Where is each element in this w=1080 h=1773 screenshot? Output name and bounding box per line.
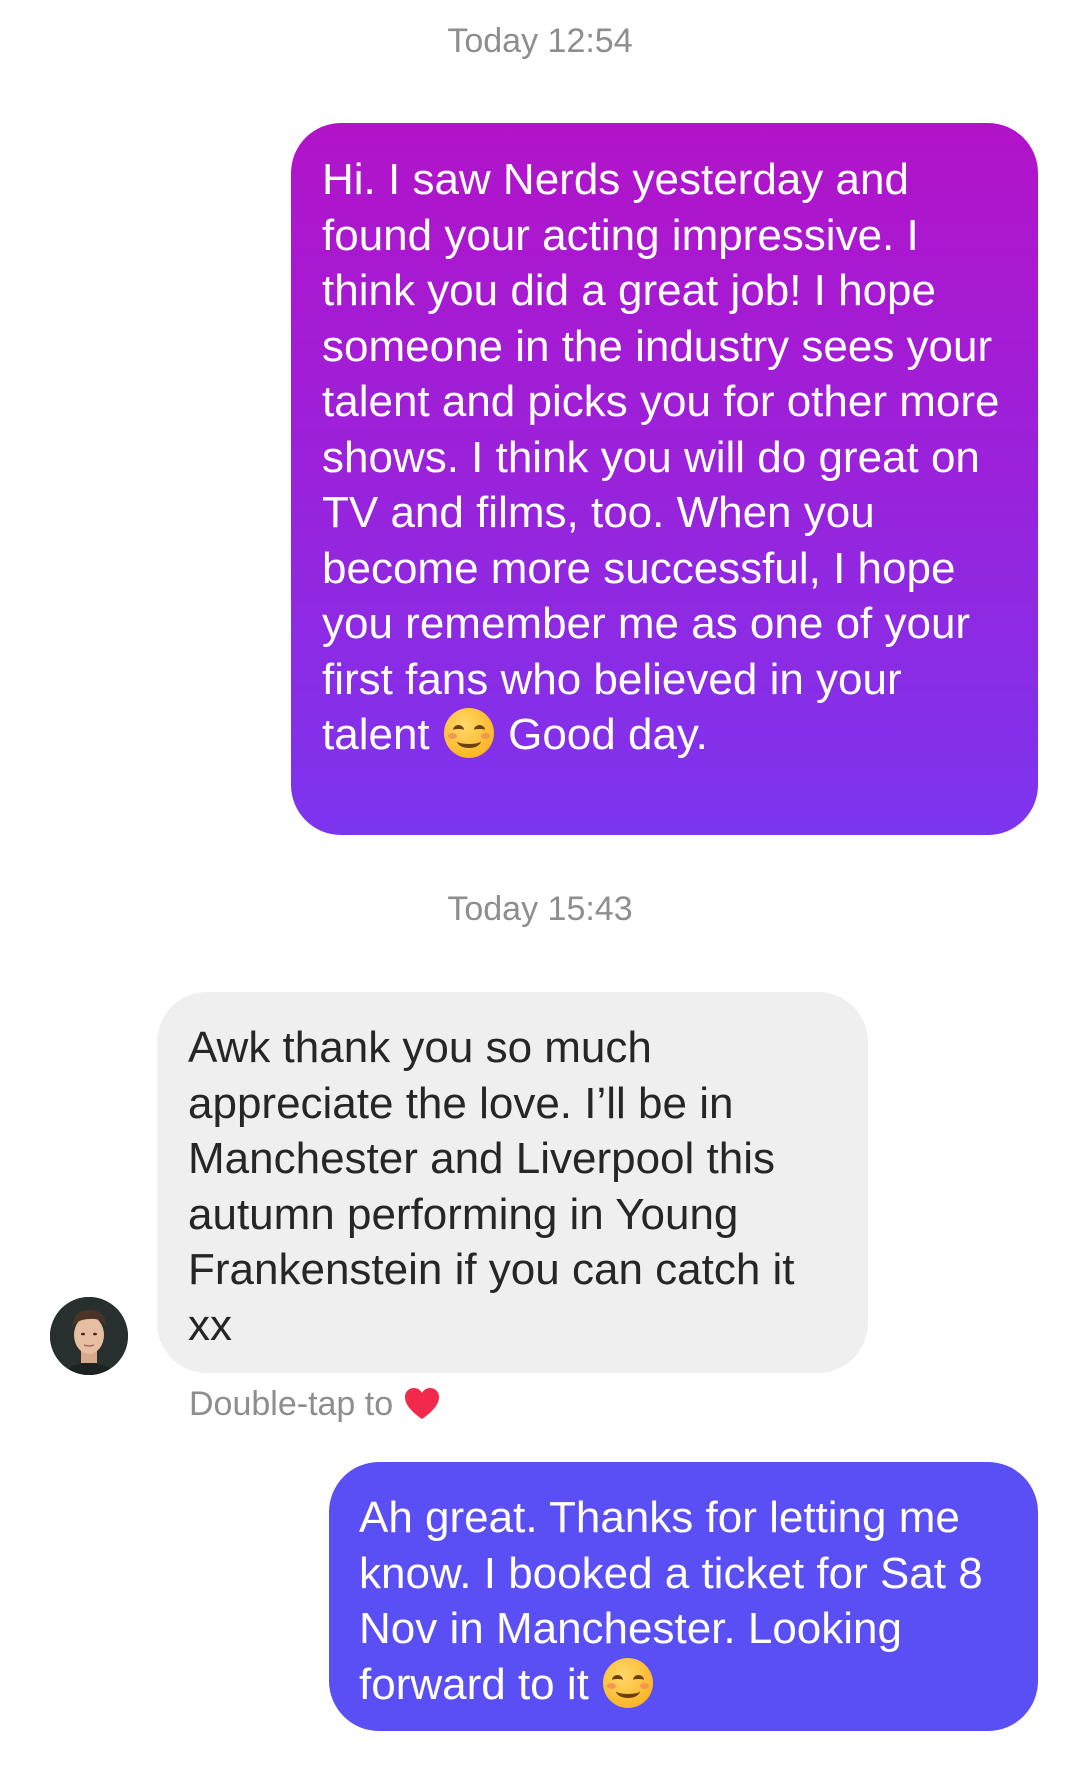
- outgoing-message[interactable]: Ah great. Thanks for letting me know. I …: [329, 1462, 1038, 1731]
- reaction-hint-label: Double-tap to: [189, 1385, 394, 1423]
- timestamp: Today 15:43: [447, 890, 633, 928]
- heart-icon[interactable]: [403, 1386, 441, 1422]
- outgoing-message[interactable]: Hi. I saw Nerds yesterday and found your…: [291, 123, 1038, 835]
- timestamp: Today 12:54: [447, 22, 633, 60]
- incoming-message[interactable]: Awk thank you so much appreciate the lov…: [157, 992, 868, 1373]
- message-text: Awk thank you so much appreciate the lov…: [188, 1023, 795, 1350]
- avatar-photo: [50, 1297, 128, 1375]
- reaction-hint: Double-tap to: [189, 1384, 441, 1424]
- smiling-face-emoji-icon: [443, 708, 494, 758]
- smiling-face-emoji-icon: [603, 1657, 654, 1708]
- message-text: Hi. I saw Nerds yesterday and found your…: [322, 155, 1000, 759]
- message-text: Ah great. Thanks for letting me know. I …: [359, 1493, 983, 1709]
- sender-avatar[interactable]: [50, 1297, 128, 1375]
- message-text-continued: Good day.: [508, 710, 708, 759]
